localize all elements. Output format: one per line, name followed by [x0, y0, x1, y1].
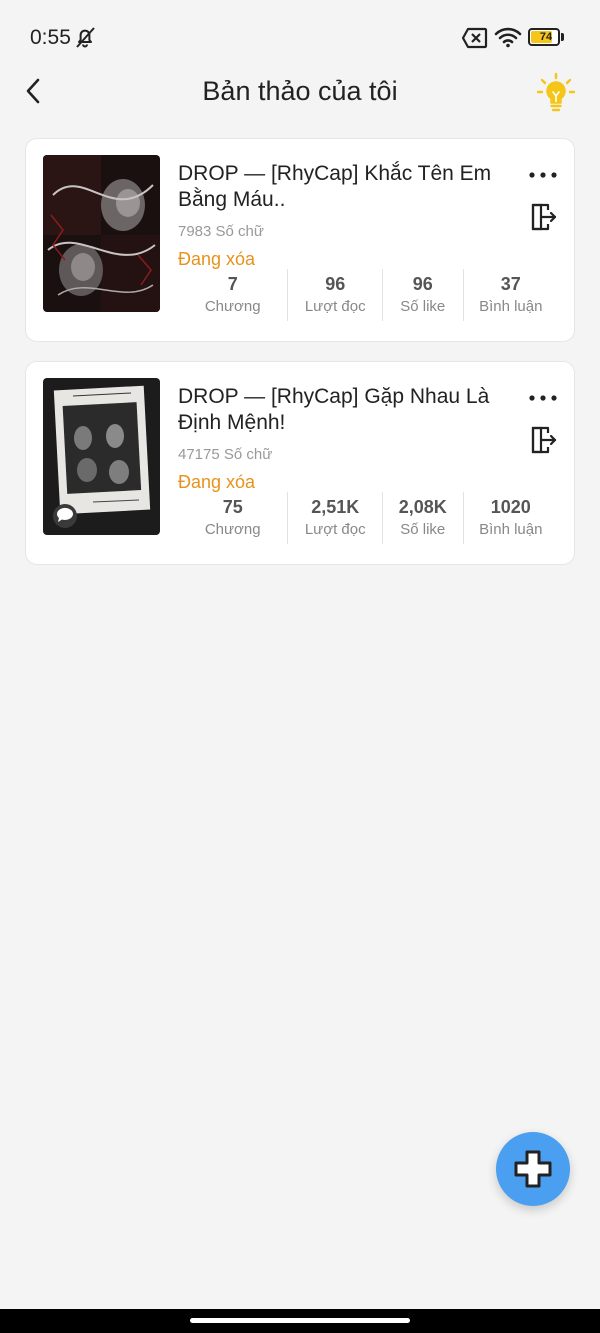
stat-label: Số like	[400, 521, 446, 538]
word-count: 47175 Số chữ	[178, 446, 273, 463]
status-time: 0:55	[30, 26, 71, 49]
stat-chapters: 75 Chương	[178, 492, 287, 544]
stat-label: Bình luận	[479, 298, 543, 315]
stat-value: 75	[222, 497, 243, 517]
stat-value: 96	[412, 274, 433, 294]
draft-card[interactable]: DROP — [RhyCap] Gặp Nhau Là Định Mệnh! 4…	[25, 361, 575, 565]
stat-comments: 1020 Bình luận	[462, 492, 558, 544]
stat-label: Chương	[204, 298, 261, 315]
stat-value: 2,08K	[398, 497, 447, 517]
cover-image[interactable]	[43, 155, 160, 312]
stat-value: 37	[500, 274, 521, 294]
more-options-icon[interactable]	[526, 386, 560, 410]
stat-label: Lượt đọc	[304, 298, 366, 315]
header: Bản thảo của tôi	[0, 60, 600, 126]
stat-label: Bình luận	[479, 521, 543, 538]
system-nav-bar	[0, 1309, 600, 1333]
stat-value: 96	[325, 274, 346, 294]
cover-image[interactable]	[43, 378, 160, 535]
bell-off-icon	[76, 27, 95, 48]
status-badge: Đang xóa	[178, 472, 256, 492]
battery-level: 74	[539, 31, 553, 43]
stats-row: 7 Chương 96 Lượt đọc 96 Số like 37 Bình …	[178, 269, 558, 321]
wifi-icon	[494, 27, 522, 48]
create-draft-button[interactable]	[496, 1132, 570, 1206]
stat-label: Lượt đọc	[304, 521, 366, 538]
draft-card[interactable]: DROP — [RhyCap] Khắc Tên Em Bằng Máu.. 7…	[25, 138, 575, 342]
page-title: Bản thảo của tôi	[202, 76, 398, 106]
more-options-icon[interactable]	[526, 163, 560, 187]
stat-value: 1020	[490, 497, 531, 517]
stat-reads: 96 Lượt đọc	[287, 269, 382, 321]
draft-title[interactable]: DROP — [RhyCap] Gặp Nhau Là Định Mệnh!	[178, 384, 508, 436]
stats-row: 75 Chương 2,51K Lượt đọc 2,08K Số like 1…	[178, 492, 558, 544]
export-icon[interactable]	[528, 201, 558, 231]
stat-label: Chương	[204, 521, 261, 538]
plus-icon	[514, 1150, 552, 1188]
lightbulb-icon[interactable]	[536, 72, 576, 114]
stat-chapters: 7 Chương	[178, 269, 287, 321]
stat-value: 2,51K	[311, 497, 360, 517]
home-indicator[interactable]	[190, 1318, 410, 1323]
sim-off-icon	[462, 27, 488, 49]
draft-title[interactable]: DROP — [RhyCap] Khắc Tên Em Bằng Máu..	[178, 161, 508, 213]
stat-comments: 37 Bình luận	[462, 269, 558, 321]
stat-value: 7	[227, 274, 238, 294]
battery-icon: 74	[528, 28, 564, 46]
export-icon[interactable]	[528, 424, 558, 454]
stat-reads: 2,51K Lượt đọc	[287, 492, 382, 544]
stat-likes: 2,08K Số like	[382, 492, 463, 544]
status-badge: Đang xóa	[178, 249, 256, 269]
stat-likes: 96 Số like	[382, 269, 463, 321]
stat-label: Số like	[400, 298, 446, 315]
word-count: 7983 Số chữ	[178, 223, 264, 240]
